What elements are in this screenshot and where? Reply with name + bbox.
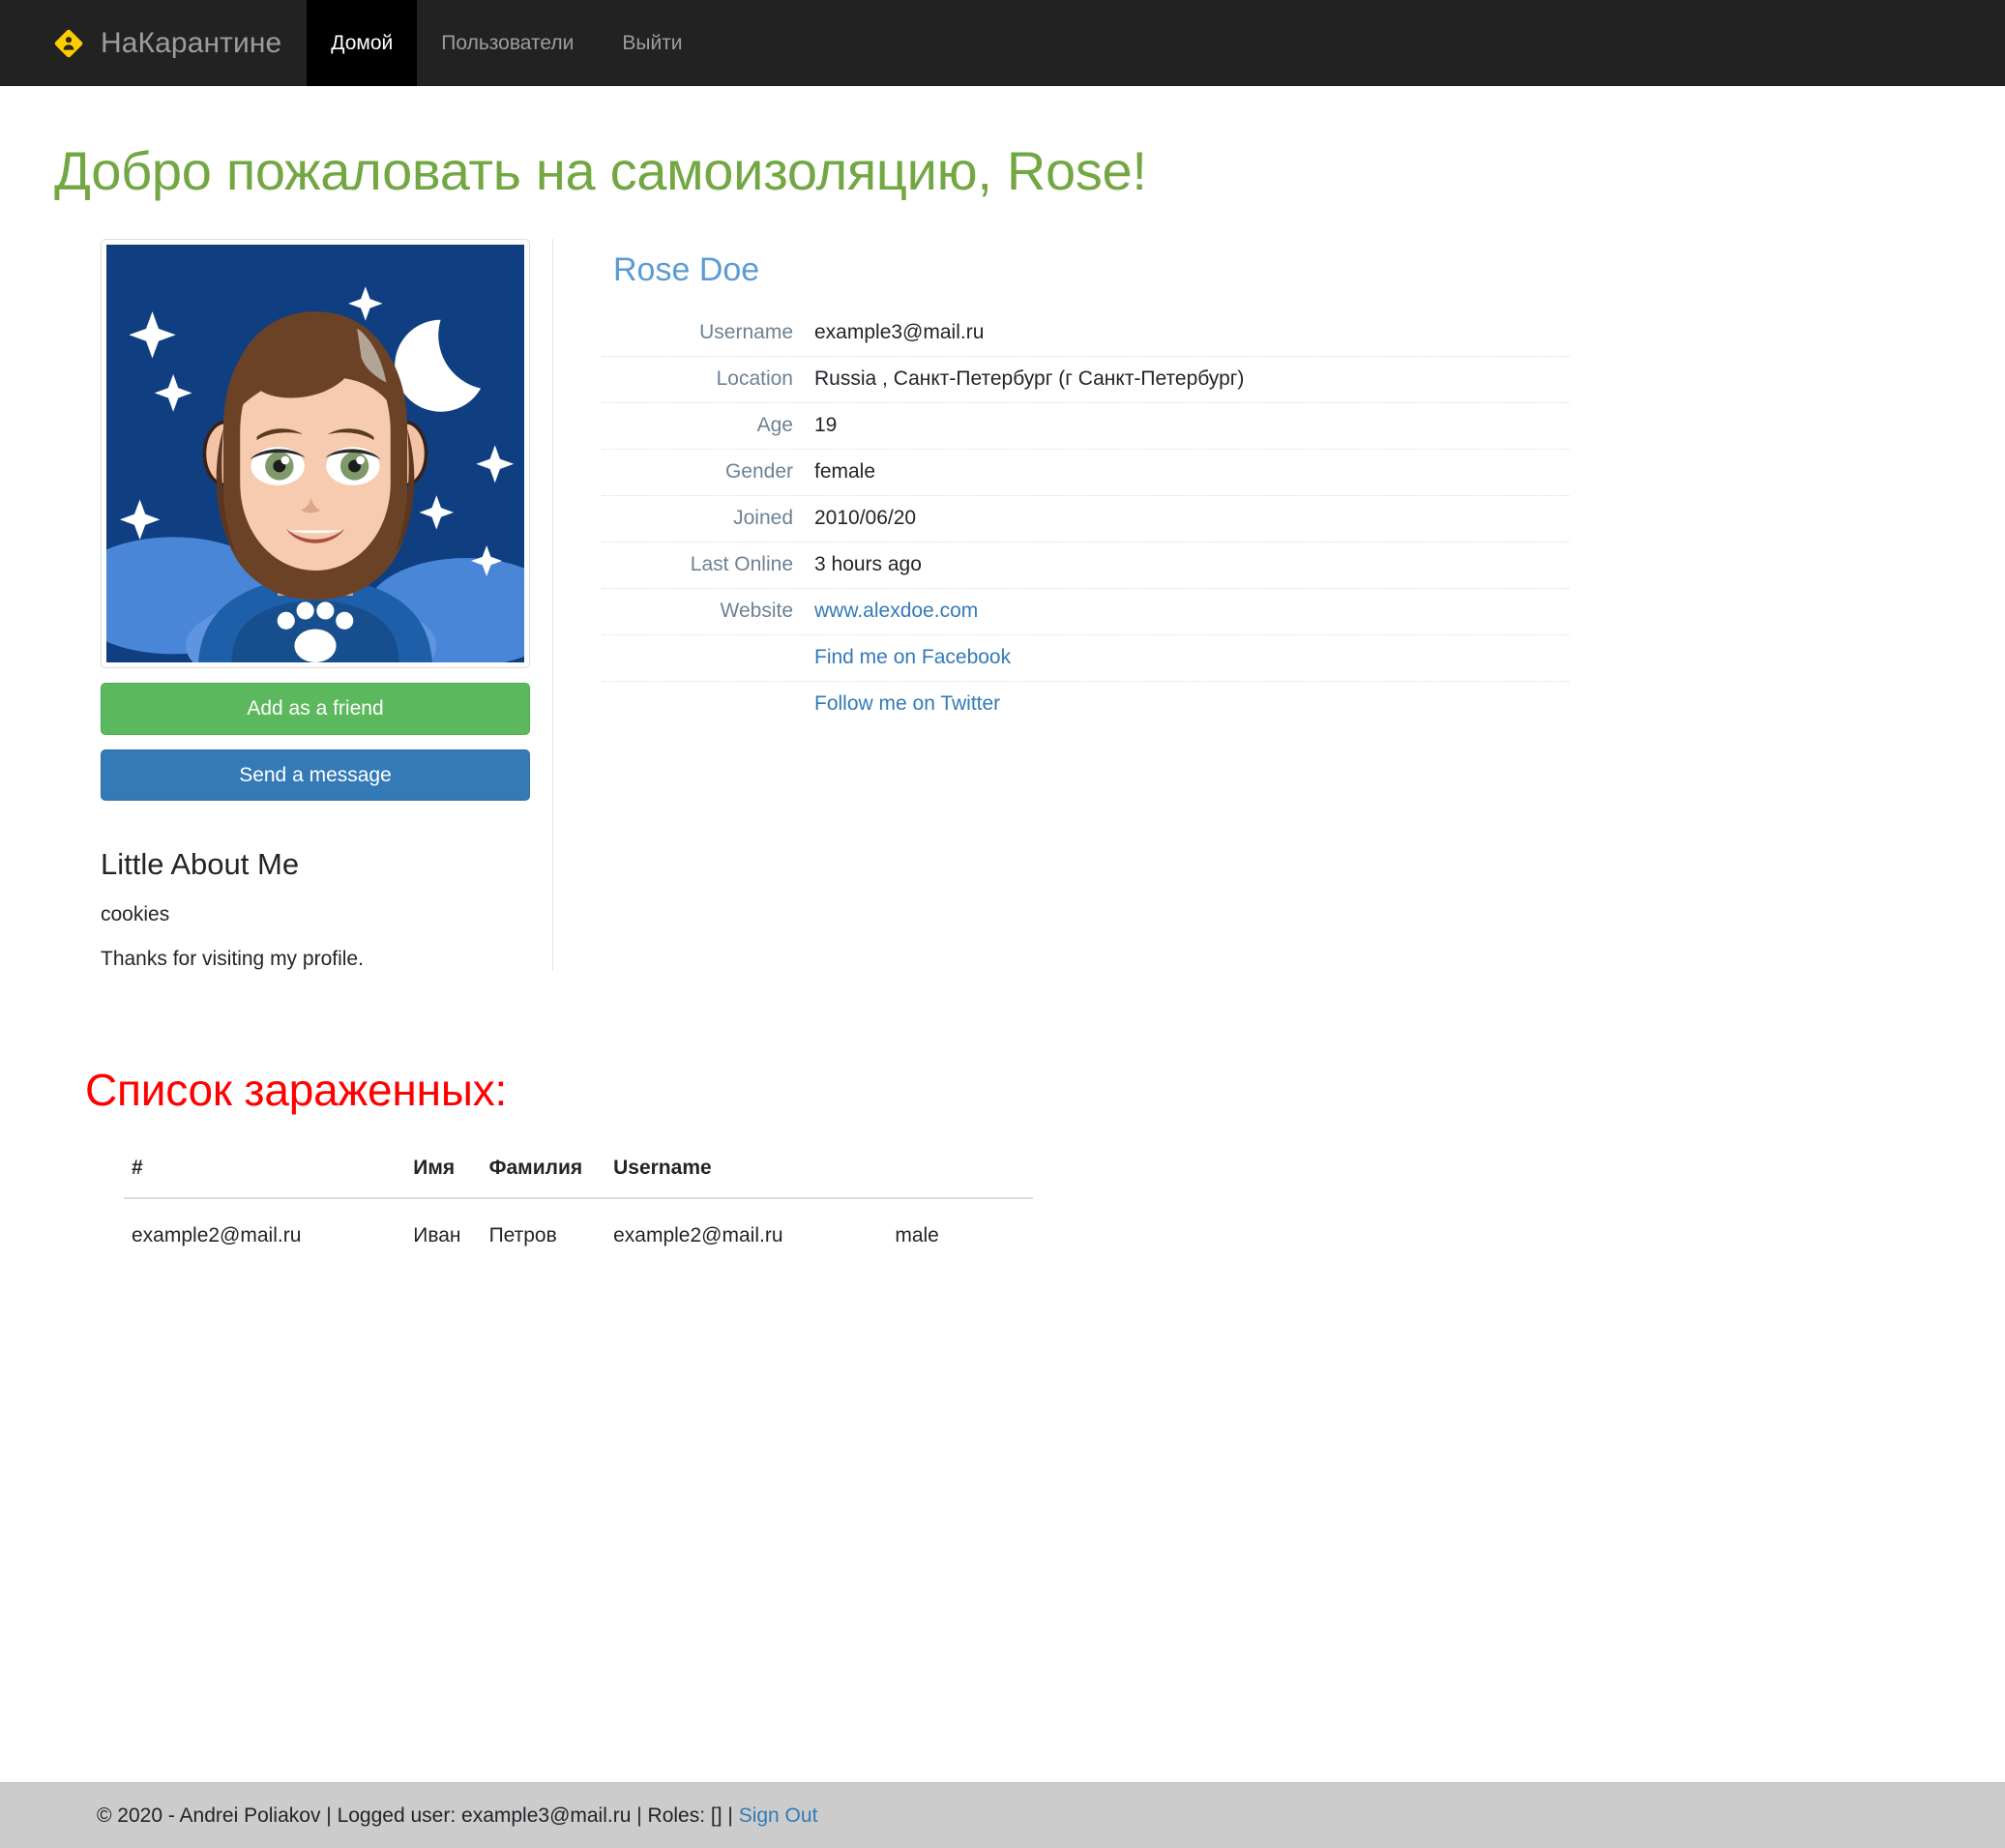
add-friend-button[interactable]: Add as a friend [101,683,530,735]
column-header-first-name: Имя [405,1144,482,1199]
detail-term: Location [716,367,793,391]
column-header-last-name: Фамилия [481,1144,606,1199]
profile-left-column: Add as a friend Send a message Little Ab… [101,239,530,970]
footer-roles: Roles: [] [647,1804,722,1827]
column-header-gender [887,1144,1033,1199]
nav-link-logout[interactable]: Выйти [598,0,706,86]
detail-term: Age [756,414,793,437]
footer-separator-3: | [722,1804,739,1827]
cell-last-name: Петров [488,1223,557,1247]
detail-row-facebook: Find me on Facebook [602,635,1569,683]
detail-row-website: Website www.alexdoe.com [602,589,1569,636]
page-footer: © 2020 - Andrei Poliakov | Logged user: … [0,1782,2005,1848]
detail-row-age: Age 19 [602,403,1569,451]
detail-value: Russia , Санкт-Петербург (г Санкт-Петерб… [814,367,1245,391]
detail-row-gender: Gender female [602,450,1569,497]
twitter-link[interactable]: Follow me on Twitter [814,692,1000,715]
cell-id: example2@mail.ru [132,1223,302,1247]
cell-gender: male [895,1223,939,1247]
infected-list-section: Список зараженных: # Имя Фамилия Usernam… [37,1064,1968,1257]
table-head: # Имя Фамилия Username [124,1144,1033,1199]
detail-value: example3@mail.ru [814,321,985,344]
profile-display-name: Rose Doe [613,251,760,289]
detail-row-location: Location Russia , Санкт-Петербург (г Сан… [602,357,1569,404]
website-link[interactable]: www.alexdoe.com [814,600,978,622]
nav-link-users[interactable]: Пользователи [417,0,598,86]
nav-link-home[interactable]: Домой [307,0,418,86]
detail-row-last-online: Last Online 3 hours ago [602,543,1569,590]
sign-out-link[interactable]: Sign Out [739,1804,818,1828]
detail-value: female [814,460,876,484]
avatar [101,239,530,669]
detail-value: 2010/06/20 [814,507,917,530]
footer-separator-1: | [320,1804,338,1827]
page-title: Добро пожаловать на самоизоляцию, Rose! [54,140,1147,201]
nav-link-list: Домой Пользователи Выйти [307,0,706,86]
column-header-id: # [124,1144,406,1199]
facebook-link[interactable]: Find me on Facebook [814,646,1011,668]
table-row: example2@mail.ru Иван Петров example2@ma… [124,1198,1033,1257]
main-container: Добро пожаловать на самоизоляцию, Rose! [0,140,2005,1257]
profile-details-list: Username example3@mail.ru Location Russi… [602,310,1569,727]
detail-term: Username [699,321,793,344]
user-diamond-icon [52,27,85,60]
cell-username: example2@mail.ru [613,1223,783,1247]
detail-row-joined: Joined 2010/06/20 [602,496,1569,543]
about-heading: Little About Me [101,846,300,881]
about-line-1: cookies [101,902,170,925]
table-body: example2@mail.ru Иван Петров example2@ma… [124,1198,1033,1257]
infected-table: # Имя Фамилия Username example2@mail.ru … [124,1144,1033,1257]
infected-list-title: Список зараженных: [85,1064,508,1115]
send-message-button[interactable]: Send a message [101,748,530,801]
table-header-row: # Имя Фамилия Username [124,1144,1033,1199]
detail-value: 3 hours ago [814,553,922,576]
detail-term: Joined [733,507,793,530]
top-navbar: НаКарантине Домой Пользователи Выйти [0,0,2005,86]
detail-row-username: Username example3@mail.ru [602,310,1569,358]
footer-separator-2: | [631,1804,648,1827]
footer-copyright: © 2020 - Andrei Poliakov [97,1804,321,1827]
detail-term: Last Online [690,553,793,576]
detail-term: Website [720,600,793,623]
cell-first-name: Иван [413,1223,461,1247]
profile-section: Add as a friend Send a message Little Ab… [37,239,1968,971]
detail-row-twitter: Follow me on Twitter [602,682,1569,727]
profile-right-column: Rose Doe Username example3@mail.ru Locat… [552,239,1968,971]
detail-value: 19 [814,414,838,437]
brand-label: НаКарантине [101,26,282,59]
footer-logged-user: Logged user: example3@mail.ru [337,1804,632,1827]
detail-term: Gender [724,460,793,484]
brand-logo-link[interactable]: НаКарантине [37,0,307,86]
column-header-username: Username [605,1144,888,1199]
about-line-2: Thanks for visiting my profile. [101,947,364,970]
